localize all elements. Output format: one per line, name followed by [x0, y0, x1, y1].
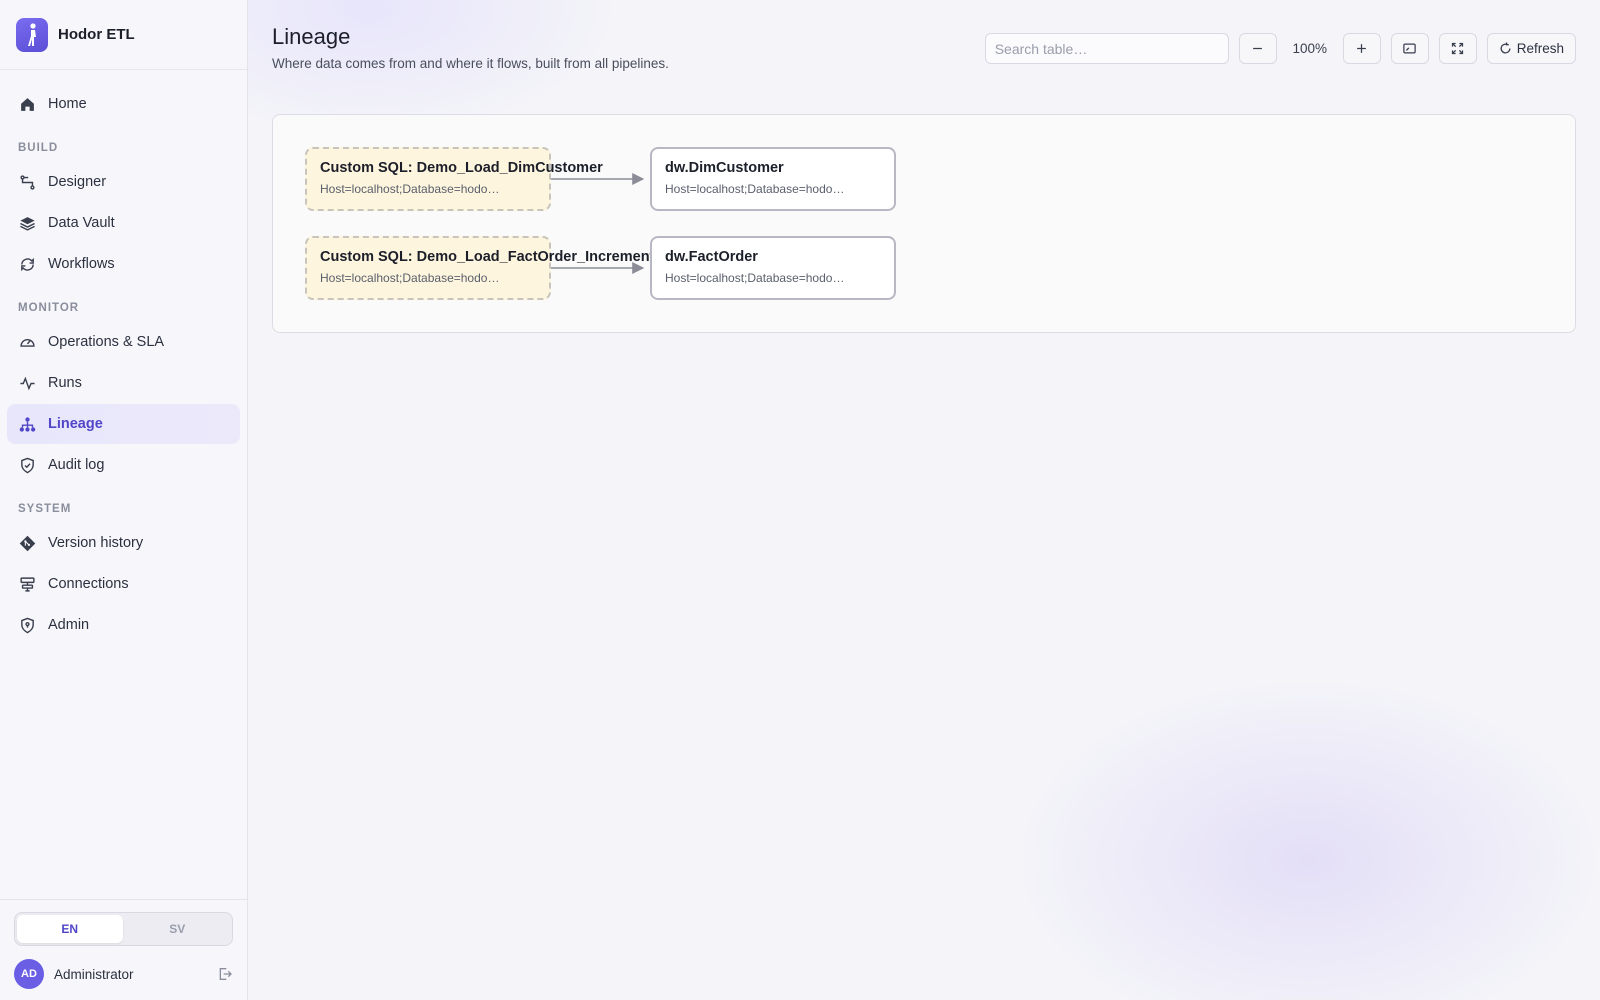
nav-section-build: BUILD: [18, 142, 59, 154]
nav-item-label: Connections: [48, 576, 129, 592]
fit-screen-icon: [1403, 43, 1416, 54]
node-connection: Host=localhost;Database=hodo…: [320, 182, 500, 196]
nav-item-operations[interactable]: Operations & SLA: [7, 322, 240, 362]
expand-icon: [1452, 42, 1464, 55]
nav-item-version-history[interactable]: Version history: [7, 523, 240, 563]
nav-item-data-vault[interactable]: Data Vault: [7, 203, 240, 243]
nav-item-label: Home: [48, 96, 87, 112]
avatar[interactable]: AD: [14, 959, 44, 989]
node-title: dw.FactOrder: [665, 249, 758, 265]
nav-item-runs[interactable]: Runs: [7, 363, 240, 403]
designer-icon: [20, 174, 35, 190]
lang-sv-button[interactable]: SV: [125, 915, 231, 943]
plus-icon: [1357, 44, 1367, 53]
lineage-node-source[interactable]: Custom SQL: Demo_Load_FactOrder_Incremen…: [305, 236, 667, 300]
sidebar: Hodor ETL Home BUILD Designer Data Vault…: [0, 0, 248, 1000]
layers-icon: [20, 216, 35, 231]
nav-item-label: Runs: [48, 375, 82, 391]
activity-icon: [20, 376, 35, 390]
refresh-button[interactable]: Refresh: [1486, 33, 1576, 64]
zoom-out-button[interactable]: [1238, 33, 1277, 64]
connections-icon: [20, 576, 35, 592]
brand: Hodor ETL: [0, 0, 247, 70]
lineage-tree-icon: [19, 416, 36, 432]
nav-item-label: Admin: [48, 617, 90, 633]
nav-item-label: Lineage: [48, 416, 103, 432]
nav-item-label: Audit log: [48, 457, 105, 473]
nav-item-connections[interactable]: Connections: [7, 564, 240, 604]
node-connection: Host=localhost;Database=hodo…: [320, 271, 500, 285]
nav-item-home[interactable]: Home: [7, 84, 240, 124]
refresh-icon: [1500, 42, 1511, 54]
nav-item-label: Version history: [48, 535, 144, 551]
nav-item-label: Designer: [48, 174, 107, 190]
main-nav: Home BUILD Designer Data Vault Workflows…: [0, 70, 247, 899]
nav-item-designer[interactable]: Designer: [7, 162, 240, 202]
zoom-in-button[interactable]: [1342, 33, 1381, 64]
nav-item-label: Data Vault: [48, 215, 115, 231]
user-row: AD Administrator: [14, 958, 233, 990]
refresh-label: Refresh: [1516, 41, 1564, 56]
page-subtitle: Where data comes from and where it flows…: [272, 56, 669, 71]
zoom-level: 100%: [1292, 41, 1327, 56]
nav-item-label: Workflows: [48, 256, 115, 272]
nav-section-system: SYSTEM: [18, 503, 72, 515]
shield-check-icon: [21, 457, 34, 473]
lineage-node-target[interactable]: dw.DimCustomer Host=localhost;Database=h…: [650, 147, 896, 211]
brand-name: Hodor ETL: [58, 26, 135, 43]
fit-view-button[interactable]: [1390, 33, 1429, 64]
workflow-refresh-icon: [21, 257, 34, 271]
node-title: Custom SQL: Demo_Load_DimCustomer: [320, 160, 603, 176]
home-icon: [21, 97, 34, 111]
logout-icon[interactable]: [217, 966, 233, 982]
minus-icon: [1253, 47, 1263, 50]
nav-item-audit-log[interactable]: Audit log: [7, 445, 240, 485]
git-icon: [19, 535, 36, 551]
lineage-canvas[interactable]: Custom SQL: Demo_Load_DimCustomer Host=l…: [272, 114, 1576, 333]
nav-item-label: Operations & SLA: [48, 334, 165, 350]
page-title: Lineage: [272, 24, 351, 49]
search-table-input[interactable]: [984, 33, 1229, 64]
lang-en-button[interactable]: EN: [17, 915, 123, 943]
nav-item-admin[interactable]: Admin: [7, 605, 240, 645]
lineage-node-source[interactable]: Custom SQL: Demo_Load_DimCustomer Host=l…: [305, 147, 603, 211]
node-connection: Host=localhost;Database=hodo…: [665, 271, 845, 285]
node-connection: Host=localhost;Database=hodo…: [665, 182, 845, 196]
lineage-toolbar: 100% Refresh: [984, 33, 1576, 64]
shield-icon: [21, 617, 34, 633]
page-header: Lineage Where data comes from and where …: [272, 24, 1576, 90]
nav-section-monitor: MONITOR: [18, 302, 80, 314]
nav-item-workflows[interactable]: Workflows: [7, 244, 240, 284]
lineage-node-target[interactable]: dw.FactOrder Host=localhost;Database=hod…: [650, 236, 896, 300]
sidebar-footer: EN SV AD Administrator: [0, 899, 247, 1000]
node-title: dw.DimCustomer: [665, 160, 784, 176]
user-name: Administrator: [54, 966, 134, 982]
language-toggle: EN SV: [14, 912, 233, 946]
nav-item-lineage[interactable]: Lineage: [7, 404, 240, 444]
fullscreen-button[interactable]: [1438, 33, 1477, 64]
node-title: Custom SQL: Demo_Load_FactOrder_Incremen…: [320, 249, 667, 265]
main-content: Lineage Where data comes from and where …: [248, 0, 1600, 1000]
gauge-icon: [20, 338, 35, 347]
hodor-logo-icon: [16, 17, 48, 52]
